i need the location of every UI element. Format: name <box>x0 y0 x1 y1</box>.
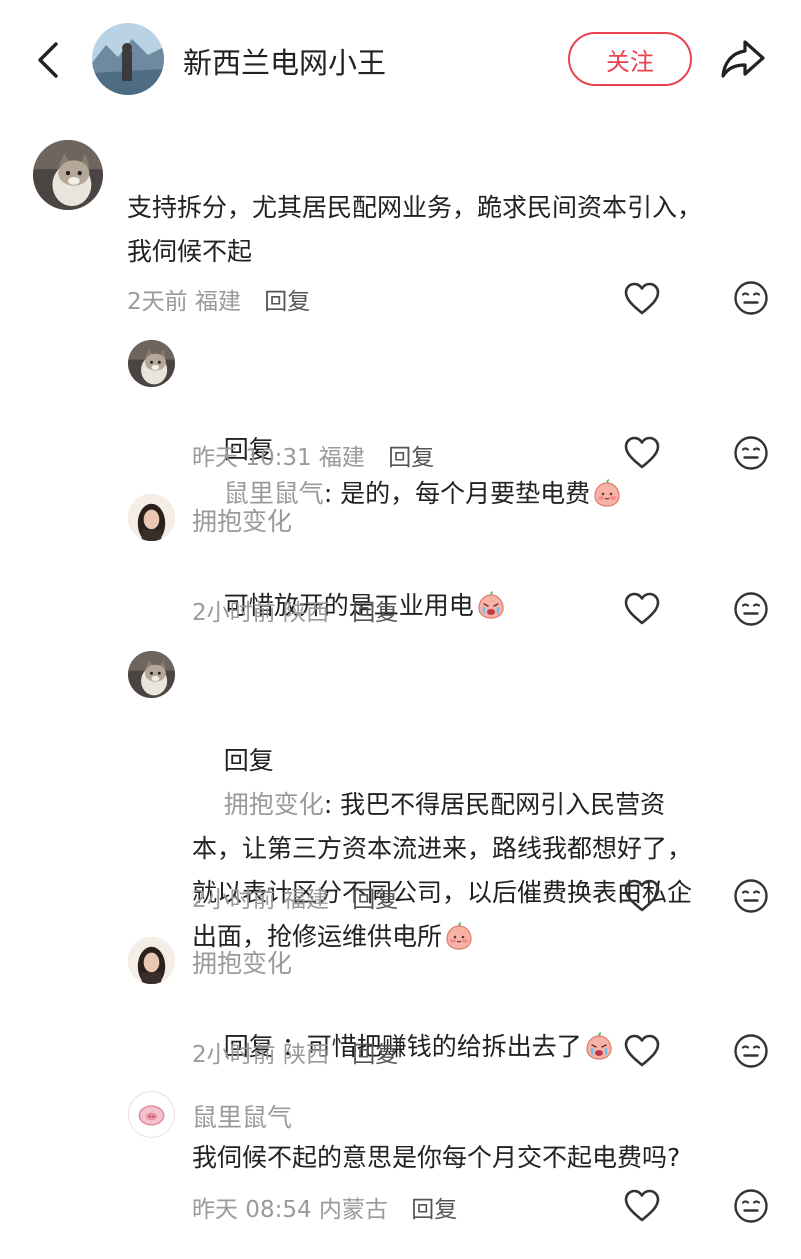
share-icon[interactable] <box>718 36 768 82</box>
comment-time: 昨天 08:54 <box>192 1197 312 1223</box>
top-bar: 新西兰电网小王 关注 <box>0 0 801 120</box>
comment-time: 2小时前 <box>192 600 276 626</box>
comment-meta: 2小时前 福建 回复 <box>192 880 398 914</box>
reply-prefix: 回复 <box>223 746 274 775</box>
neutral-face-icon[interactable] <box>733 878 769 914</box>
reply-content: : 我巴不得居民配网引入民营资 <box>323 790 666 819</box>
comment-location: 福建 <box>282 887 329 913</box>
avatar[interactable] <box>128 651 175 698</box>
comment-time: 2小时前 <box>192 887 276 913</box>
neutral-face-icon[interactable] <box>733 1033 769 1069</box>
comment-location: 福建 <box>194 289 241 315</box>
comment-location: 陕西 <box>282 1042 329 1068</box>
comment-meta: 2天前 福建 回复 <box>127 282 310 316</box>
comment-author[interactable]: 拥抱变化 <box>192 502 292 538</box>
reply-content: : 是的，每个月要垫电费 <box>323 479 591 508</box>
comment-meta: 2小时前 陕西 回复 <box>192 1035 398 1069</box>
comment-location: 福建 <box>318 445 365 471</box>
crying-emoji <box>584 1031 614 1061</box>
heart-icon[interactable] <box>624 282 660 316</box>
back-arrow-icon[interactable] <box>30 38 70 82</box>
avatar[interactable] <box>128 937 175 984</box>
comment-author[interactable]: 拥抱变化 <box>192 944 292 980</box>
avatar[interactable] <box>33 140 103 210</box>
neutral-face-icon[interactable] <box>733 280 769 316</box>
neutral-face-icon[interactable] <box>733 591 769 627</box>
smile-emoji <box>444 921 474 951</box>
reply-button[interactable]: 回复 <box>388 445 434 471</box>
reply-to-name[interactable]: 拥抱变化 <box>224 790 324 819</box>
avatar[interactable] <box>128 340 175 387</box>
neutral-face-icon[interactable] <box>733 435 769 471</box>
crying-emoji <box>476 590 506 620</box>
reply-button[interactable]: 回复 <box>411 1197 457 1223</box>
comment-location: 内蒙古 <box>318 1197 388 1223</box>
heart-icon[interactable] <box>624 1189 660 1223</box>
reply-button[interactable]: 回复 <box>352 887 398 913</box>
comment-time: 2小时前 <box>192 1042 276 1068</box>
comment-meta: 2小时前 陕西 回复 <box>192 593 398 627</box>
heart-icon[interactable] <box>624 879 660 913</box>
smile-emoji <box>592 478 622 508</box>
reply-button[interactable]: 回复 <box>264 289 310 315</box>
author-avatar[interactable] <box>92 23 164 95</box>
heart-icon[interactable] <box>624 1034 660 1068</box>
avatar[interactable] <box>128 1091 175 1138</box>
comment-meta: 昨天 10:31 福建 回复 <box>192 438 434 472</box>
comment-time: 2天前 <box>127 289 188 315</box>
follow-button[interactable]: 关注 <box>568 32 692 86</box>
comment-time: 昨天 10:31 <box>192 445 312 471</box>
comment-text: 支持拆分，尤其居民配网业务，跪求民间资本引入， 我伺候不起 <box>127 193 703 266</box>
comment-author[interactable]: 鼠里鼠气 <box>192 1098 292 1134</box>
reply-button[interactable]: 回复 <box>352 600 398 626</box>
author-name[interactable]: 新西兰电网小王 <box>183 40 386 82</box>
comment-meta: 昨天 08:54 内蒙古 回复 <box>192 1190 457 1224</box>
heart-icon[interactable] <box>624 592 660 626</box>
comment-location: 陕西 <box>282 600 329 626</box>
avatar[interactable] <box>128 494 175 541</box>
reply-button[interactable]: 回复 <box>352 1042 398 1068</box>
heart-icon[interactable] <box>624 436 660 470</box>
comment-text: 我伺候不起的意思是你每个月交不起电费吗? <box>192 1143 681 1172</box>
neutral-face-icon[interactable] <box>733 1188 769 1224</box>
